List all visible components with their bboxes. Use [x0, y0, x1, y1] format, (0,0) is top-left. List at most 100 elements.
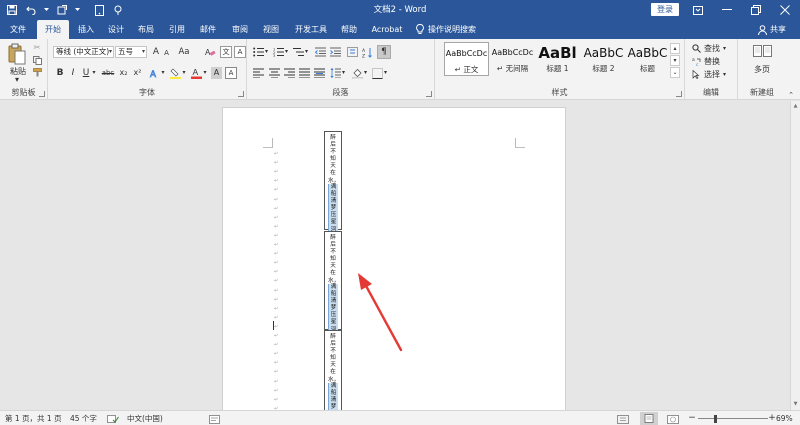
italic-button[interactable]: I — [68, 67, 78, 79]
focus-mode-icon[interactable] — [617, 414, 629, 424]
shading-dropdown-icon[interactable]: ▾ — [363, 67, 368, 79]
font-size-dropdown-icon[interactable]: ▾ — [142, 47, 145, 57]
tab-layout[interactable]: 布局 — [131, 20, 161, 39]
multipage-icon[interactable] — [752, 44, 772, 62]
tab-acrobat[interactable]: Acrobat — [367, 20, 407, 39]
styles-launcher-icon[interactable] — [676, 91, 682, 97]
scroll-up-icon[interactable]: ▲ — [792, 103, 799, 110]
tab-view[interactable]: 视图 — [256, 20, 286, 39]
text-effects-dropdown-icon[interactable]: ▾ — [160, 67, 166, 79]
bold-button[interactable]: B — [55, 67, 65, 79]
multilevel-list-icon[interactable] — [292, 46, 304, 58]
multipage-label[interactable]: 多页 — [744, 65, 780, 75]
replace-button[interactable]: ac 替换 — [692, 56, 736, 67]
enclose-char-icon[interactable]: A — [234, 46, 246, 58]
borders-icon[interactable] — [371, 67, 383, 79]
tab-home[interactable]: 开始 — [37, 20, 69, 39]
tab-mailings[interactable]: 邮件 — [193, 20, 223, 39]
styles-scroll-up-icon[interactable]: ▴ — [670, 43, 680, 54]
shading-icon[interactable] — [351, 67, 363, 79]
borders-dropdown-icon[interactable]: ▾ — [383, 67, 388, 79]
zoom-level[interactable]: 69% — [776, 411, 793, 425]
numbering-dropdown-icon[interactable]: ▾ — [284, 46, 289, 58]
find-button[interactable]: 查找 ▾ — [692, 43, 736, 54]
proofing-icon[interactable] — [107, 414, 119, 423]
phonetic-guide-icon[interactable]: 文 — [220, 46, 232, 58]
style-title[interactable]: AaBbC 标题 — [625, 42, 670, 76]
tab-review[interactable]: 审阅 — [225, 20, 255, 39]
redo-icon[interactable] — [56, 3, 68, 17]
change-case-icon[interactable]: Aa — [176, 46, 192, 58]
decrease-indent-icon[interactable] — [314, 46, 326, 58]
language-indicator[interactable]: 中文(中国) — [127, 411, 163, 425]
undo-dropdown-icon[interactable] — [44, 3, 49, 17]
clear-formatting-icon[interactable]: A — [204, 46, 216, 58]
align-center-icon[interactable] — [268, 67, 280, 79]
underline-dropdown-icon[interactable]: ▾ — [91, 67, 97, 79]
font-launcher-icon[interactable] — [238, 91, 244, 97]
grow-font-icon[interactable]: A — [151, 46, 161, 58]
highlight-dropdown-icon[interactable]: ▾ — [181, 67, 187, 79]
qat-dropdown-icon[interactable] — [75, 3, 80, 17]
font-name-dropdown-icon[interactable]: ▾ — [109, 47, 112, 57]
document-canvas[interactable]: ↵↵↵↵↵↵↵↵↵↵↵↵↵↵↵↵↵↵↵↵↵↵↵↵↵↵↵↵↵↵ 醉后不知天在水， … — [0, 101, 790, 410]
copy-icon[interactable] — [32, 55, 42, 65]
share-button[interactable]: 共享 — [758, 20, 786, 39]
tab-insert[interactable]: 插入 — [71, 20, 101, 39]
select-button[interactable]: 选择 ▾ — [692, 69, 736, 80]
char-shading-icon[interactable]: A — [211, 67, 222, 79]
underline-button[interactable]: U — [81, 67, 91, 79]
chinese-layout-icon[interactable] — [346, 46, 358, 58]
sort-icon[interactable]: AZ — [361, 46, 373, 58]
ribbon-display-icon[interactable] — [684, 0, 712, 20]
zoom-slider-thumb[interactable] — [714, 415, 717, 423]
undo-icon[interactable] — [25, 3, 37, 17]
read-aloud-icon[interactable] — [112, 3, 124, 17]
bullets-icon[interactable] — [252, 46, 264, 58]
styles-more-icon[interactable]: ⌄ — [670, 67, 680, 78]
page-count[interactable]: 第 1 页，共 1 页 — [5, 411, 62, 425]
tab-help[interactable]: 帮助 — [334, 20, 364, 39]
tell-me-search[interactable]: 操作说明搜索 — [416, 20, 476, 39]
zoom-out-button[interactable]: − — [688, 411, 696, 425]
multilevel-dropdown-icon[interactable]: ▾ — [304, 46, 309, 58]
superscript-button[interactable]: x² — [132, 67, 143, 79]
collapse-ribbon-icon[interactable]: ⌃ — [786, 91, 796, 99]
login-button[interactable]: 登录 — [651, 3, 679, 16]
shrink-font-icon[interactable]: A — [162, 47, 171, 59]
tab-references[interactable]: 引用 — [162, 20, 192, 39]
format-painter-icon[interactable] — [32, 67, 42, 77]
restore-icon[interactable] — [742, 0, 770, 20]
print-layout-icon[interactable] — [640, 412, 658, 425]
style-normal[interactable]: AaBbCcDc ↵ 正文 — [444, 42, 489, 76]
numbering-icon[interactable]: 123 — [272, 46, 284, 58]
distributed-icon[interactable] — [313, 67, 325, 79]
char-border-icon[interactable]: A — [225, 67, 237, 79]
tab-developer[interactable]: 开发工具 — [290, 20, 332, 39]
paste-icon[interactable] — [7, 43, 27, 65]
style-heading2[interactable]: AaBbC 标题 2 — [581, 42, 626, 76]
macro-record-icon[interactable] — [209, 414, 220, 424]
tab-file[interactable]: 文件 — [3, 20, 33, 39]
subscript-button[interactable]: x₂ — [118, 67, 129, 79]
line-spacing-icon[interactable] — [329, 67, 341, 79]
increase-indent-icon[interactable] — [329, 46, 341, 58]
style-no-spacing[interactable]: AaBbCcDc ↵ 无间隔 — [490, 42, 535, 76]
vertical-scrollbar[interactable]: ▲ ▼ — [790, 101, 800, 410]
font-color-dropdown-icon[interactable]: ▾ — [202, 67, 208, 79]
cut-icon[interactable]: ✂ — [32, 43, 42, 53]
zoom-in-button[interactable]: + — [768, 411, 776, 425]
close-icon[interactable] — [771, 0, 799, 20]
font-name-combo[interactable]: 等线 (中文正文) ▾ — [53, 46, 114, 58]
word-count[interactable]: 45 个字 — [70, 411, 97, 425]
text-effects-icon[interactable]: A — [148, 67, 160, 79]
touch-mode-icon[interactable] — [93, 3, 105, 17]
justify-icon[interactable] — [298, 67, 310, 79]
clipboard-launcher-icon[interactable] — [39, 91, 45, 97]
paragraph-launcher-icon[interactable] — [426, 91, 432, 97]
minimize-icon[interactable] — [713, 0, 741, 20]
bullets-dropdown-icon[interactable]: ▾ — [264, 46, 269, 58]
show-marks-icon[interactable]: ¶ — [377, 45, 391, 59]
font-color-icon[interactable]: A — [190, 66, 202, 79]
font-size-combo[interactable]: 五号 ▾ — [115, 46, 147, 58]
